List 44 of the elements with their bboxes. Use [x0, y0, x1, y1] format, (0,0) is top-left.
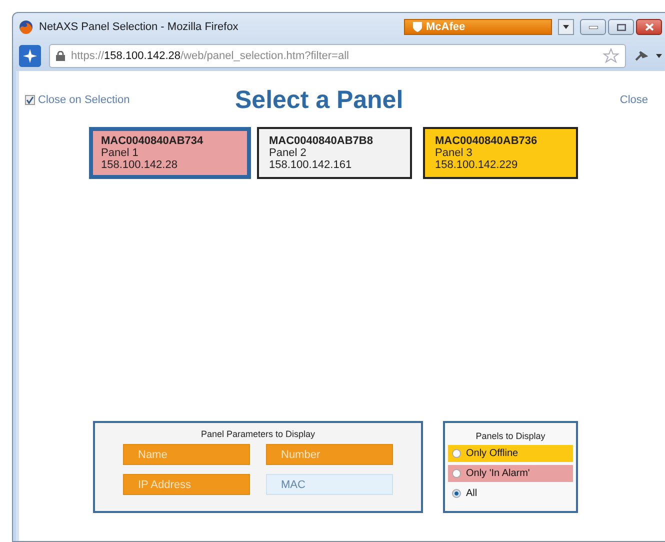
panel-card[interactable]: MAC0040840AB736 Panel 3 158.100.142.229 [423, 127, 578, 179]
panel-name: Panel 1 [101, 147, 140, 159]
radio-button[interactable] [452, 449, 461, 458]
dropdown-button[interactable] [558, 19, 574, 35]
shield-icon [413, 22, 422, 32]
caret-icon [563, 25, 569, 29]
radio-button[interactable] [452, 469, 461, 478]
panel-card[interactable]: MAC0040840AB7B8 Panel 2 158.100.142.161 [257, 127, 412, 179]
minimize-icon [588, 26, 598, 28]
tool-icon[interactable] [634, 50, 648, 62]
radio-label: All [466, 488, 478, 499]
radio-label: Only Offline [466, 448, 518, 459]
maximize-button[interactable] [608, 19, 634, 35]
panel-mac: MAC0040840AB734 [101, 135, 204, 147]
close-icon [644, 23, 654, 31]
lock-icon [56, 51, 65, 61]
check-icon [26, 96, 34, 104]
close-link[interactable]: Close [620, 94, 648, 106]
box-title: Panel Parameters to Display [200, 429, 316, 439]
close-button[interactable] [636, 19, 662, 35]
panel-name: Panel 3 [435, 147, 474, 159]
maximize-icon [616, 24, 626, 30]
minimize-button[interactable] [580, 19, 606, 35]
star-icon[interactable] [603, 48, 619, 64]
window-title: NetAXS Panel Selection - Mozilla Firefox [39, 21, 240, 33]
address-bar[interactable]: https://158.100.142.28/web/panel_selection.htm?filter=all [49, 44, 626, 68]
caret-icon[interactable] [656, 54, 662, 58]
box-title: Panels to Display [474, 431, 546, 441]
checkbox-label[interactable]: Close on Selection [38, 94, 130, 106]
radio-button[interactable] [452, 489, 461, 498]
browser-logo-icon [19, 20, 33, 34]
radio-label: Only 'In Alarm' [466, 468, 530, 479]
page-heading: Select a Panel [235, 86, 404, 114]
checkbox[interactable] [25, 95, 35, 105]
panel-ip: 158.100.142.229 [435, 159, 519, 171]
panel-ip: 158.100.142.161 [269, 159, 353, 171]
panel-mac: MAC0040840AB7B8 [269, 135, 374, 147]
panel-ip: 158.100.142.28 [101, 159, 178, 171]
panel-card[interactable]: MAC0040840AB734 Panel 1 158.100.142.28 [89, 127, 251, 179]
addon-button[interactable]: McAfee [404, 19, 552, 35]
panel-mac: MAC0040840AB736 [435, 135, 538, 147]
parameter-toggle[interactable]: MAC [266, 474, 393, 495]
panel-name: Panel 2 [269, 147, 308, 159]
url-text: https://158.100.142.28/web/panel_selection.htm?filter=all [71, 50, 350, 62]
